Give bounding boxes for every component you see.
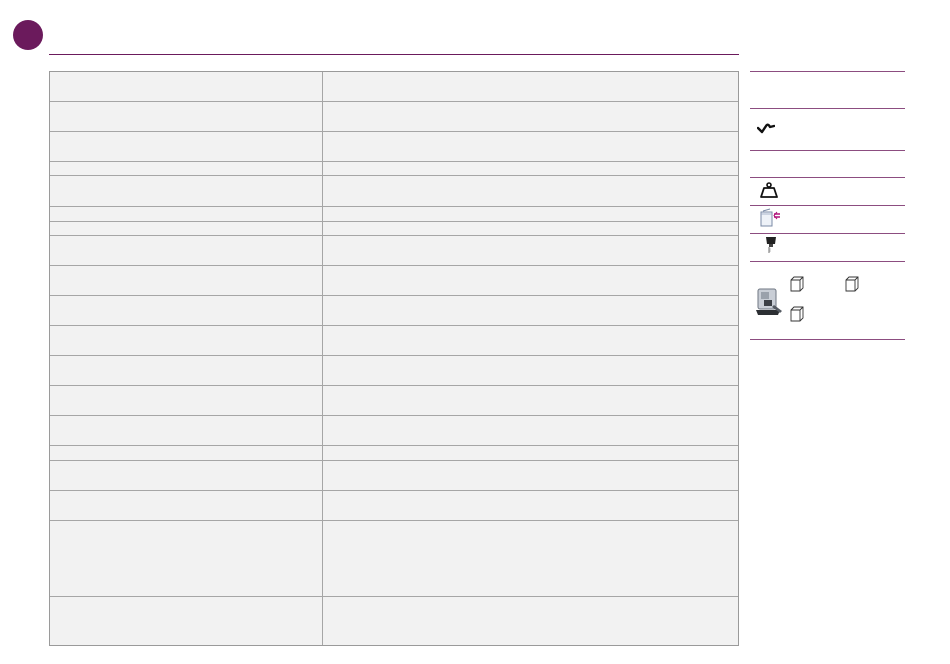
table-cell-value <box>323 132 738 161</box>
header-rule <box>49 54 739 55</box>
table-cell-value <box>323 162 738 175</box>
check-swoosh-icon <box>757 123 775 134</box>
table-cell-value <box>323 597 738 645</box>
table-cell-value <box>323 296 738 325</box>
table-cell-value <box>323 446 738 460</box>
table-cell-value <box>323 326 738 355</box>
table-row <box>50 446 738 461</box>
sidebar-rule <box>750 177 905 178</box>
table-cell-value <box>323 461 738 490</box>
sidebar-rule <box>750 205 905 206</box>
sidebar-rule <box>750 339 905 340</box>
spec-table <box>49 71 739 646</box>
table-cell-label <box>50 491 323 520</box>
water-tank-icon <box>760 208 780 227</box>
table-cell-label <box>50 597 323 645</box>
table-cell-value <box>323 521 738 596</box>
sidebar-rule <box>750 150 905 151</box>
table-cell-value <box>323 356 738 385</box>
table-cell-value <box>323 491 738 520</box>
table-cell-label <box>50 162 323 175</box>
table-cell-label <box>50 176 323 206</box>
table-cell-label <box>50 326 323 355</box>
table-row <box>50 461 738 491</box>
table-row <box>50 102 738 132</box>
table-row <box>50 162 738 176</box>
table-row <box>50 296 738 326</box>
table-row <box>50 266 738 296</box>
sidebar-rule <box>750 108 905 109</box>
coffee-machine-icon <box>756 288 782 315</box>
table-row <box>50 326 738 356</box>
table-cell-label <box>50 446 323 460</box>
table-row <box>50 521 738 597</box>
chapter-marker-circle <box>13 20 43 50</box>
table-cell-value <box>323 386 738 415</box>
table-cell-value <box>323 236 738 265</box>
table-cell-label <box>50 461 323 490</box>
table-cell-label <box>50 296 323 325</box>
table-cell-label <box>50 236 323 265</box>
table-row <box>50 207 738 222</box>
table-cell-label <box>50 386 323 415</box>
table-cell-value <box>323 222 738 235</box>
table-row <box>50 386 738 416</box>
table-cell-value <box>323 207 738 221</box>
table-cell-label <box>50 521 323 596</box>
table-row <box>50 236 738 266</box>
table-cell-value <box>323 266 738 295</box>
table-cell-label <box>50 416 323 445</box>
box-icon <box>845 276 859 292</box>
table-row <box>50 72 738 102</box>
table-row <box>50 176 738 207</box>
sidebar-rule <box>750 71 905 72</box>
table-row <box>50 222 738 236</box>
table-cell-label <box>50 72 323 101</box>
table-cell-value <box>323 72 738 101</box>
table-row <box>50 132 738 162</box>
sidebar-rule <box>750 261 905 262</box>
coffee-spout-icon <box>766 237 776 253</box>
table-cell-label <box>50 102 323 131</box>
table-row <box>50 597 738 645</box>
table-cell-value <box>323 102 738 131</box>
table-row <box>50 491 738 521</box>
table-row <box>50 416 738 446</box>
table-cell-label <box>50 222 323 235</box>
table-cell-label <box>50 356 323 385</box>
table-cell-value <box>323 176 738 206</box>
table-cell-label <box>50 132 323 161</box>
sidebar-rule <box>750 233 905 234</box>
table-row <box>50 356 738 386</box>
table-cell-label <box>50 266 323 295</box>
box-icon <box>790 276 804 292</box>
table-cell-label <box>50 207 323 221</box>
box-icon <box>790 306 804 322</box>
table-cell-value <box>323 416 738 445</box>
weight-icon <box>760 182 778 198</box>
